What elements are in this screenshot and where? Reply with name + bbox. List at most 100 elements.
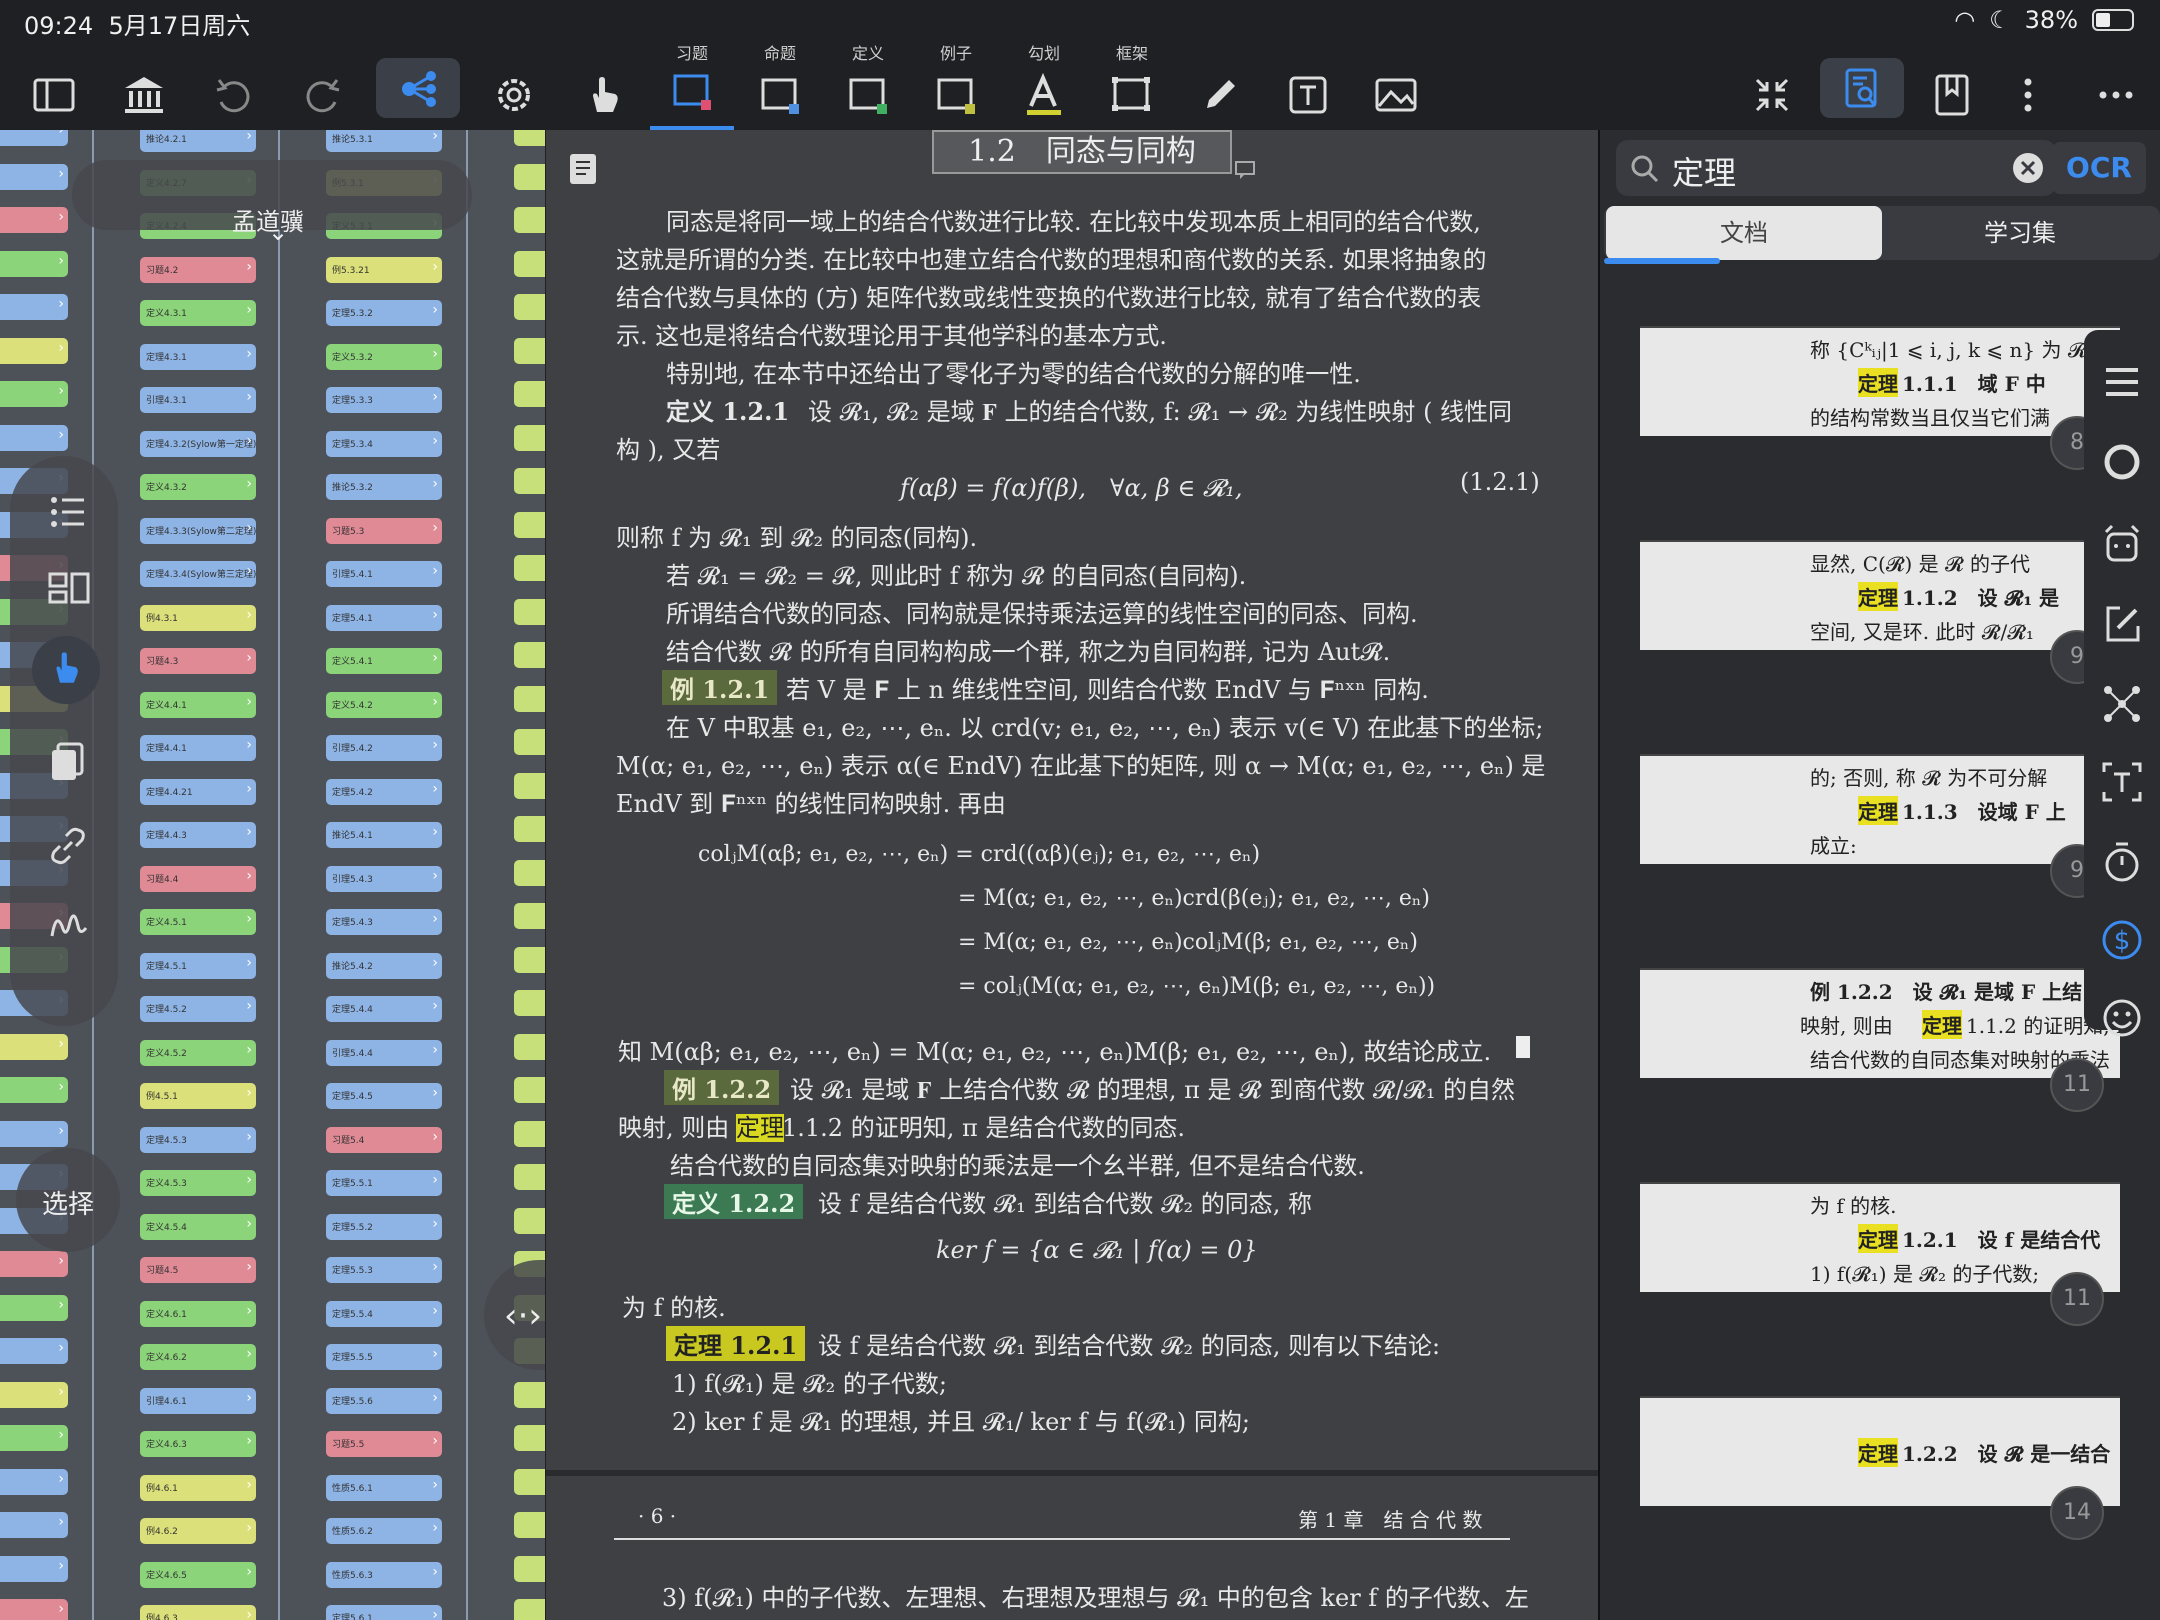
mindmap-node-stub[interactable]: [514, 1033, 545, 1060]
select-button[interactable]: 选择: [16, 1148, 120, 1252]
mindmap-node-stub[interactable]: [0, 1512, 68, 1538]
mindmap-node-stub[interactable]: [514, 1381, 545, 1408]
page-nav-pill[interactable]: ‹·›: [484, 1260, 545, 1370]
mindmap-node-stub[interactable]: [0, 381, 68, 407]
mindmap-node-stub[interactable]: [0, 1555, 68, 1582]
mindmap-node[interactable]: 例4.6.1: [140, 1474, 256, 1501]
definition-tool[interactable]: 定义: [826, 40, 910, 130]
mindmap-node-stub[interactable]: [0, 207, 68, 233]
undo-button[interactable]: [192, 40, 276, 130]
mindmap-node-stub[interactable]: [514, 250, 545, 277]
mindmap-node-stub[interactable]: [514, 1555, 545, 1582]
search-result-card[interactable]: 定理 1.2.2 设 𝓡 是一结合: [1640, 1396, 2120, 1506]
circle-icon[interactable]: [2100, 440, 2144, 484]
ocr-button[interactable]: OCR: [2052, 142, 2146, 194]
mindmap-node[interactable]: 定义4.6.1: [140, 1300, 256, 1327]
mindmap-node[interactable]: 定理4.3.3(Sylow第二定理): [140, 517, 256, 544]
mindmap-node[interactable]: 推论5.4.1: [326, 822, 442, 848]
chevron-down-icon[interactable]: ⌄: [268, 218, 288, 246]
mindmap-node[interactable]: 习题5.3: [326, 517, 442, 544]
mindmap-node-stub[interactable]: [0, 1294, 68, 1321]
mindmap-node-stub[interactable]: [514, 816, 545, 842]
mindmap-node[interactable]: 例4.5.1: [140, 1083, 256, 1109]
mindmap-node[interactable]: 习题4.4: [140, 865, 256, 892]
mindmap-node-stub[interactable]: [0, 1120, 68, 1147]
squiggle-icon[interactable]: [48, 906, 88, 946]
mindmap-node[interactable]: 定理4.5.3: [140, 1126, 256, 1153]
mindmap-node[interactable]: 定理4.5.1: [140, 952, 256, 979]
mindmap-node-stub[interactable]: [0, 1077, 68, 1103]
clear-icon[interactable]: [2012, 152, 2044, 184]
mindmap-node[interactable]: 例4.6.3: [140, 1605, 256, 1620]
mindmap-node[interactable]: 定理4.3.4(Sylow第三定理): [140, 561, 256, 587]
list-icon[interactable]: [48, 492, 88, 532]
mindmap-node[interactable]: 性质5.6.1: [326, 1474, 442, 1501]
mindmap-button[interactable]: [376, 58, 460, 118]
mindmap-node[interactable]: 引理4.3.1: [140, 387, 256, 413]
mindmap-node-stub[interactable]: [0, 1599, 68, 1620]
gear-button[interactable]: [472, 40, 556, 130]
mindmap-node[interactable]: 定理4.3.2(Sylow第一定理): [140, 430, 256, 457]
mindmap-node-stub[interactable]: [514, 294, 545, 320]
mindmap-node-stub[interactable]: [0, 1251, 68, 1277]
mindmap-node[interactable]: 例4.3.1: [140, 604, 256, 631]
proposition-tool[interactable]: 命题: [738, 40, 822, 130]
menu-icon[interactable]: [2100, 360, 2144, 404]
hand-tool-button[interactable]: [562, 40, 646, 130]
mindmap-node[interactable]: 定理5.3.3: [326, 387, 442, 413]
mindmap-node-stub[interactable]: [514, 207, 545, 233]
comment-icon[interactable]: [1234, 160, 1256, 180]
mindmap-node[interactable]: 定义4.5.2: [140, 1039, 256, 1066]
mindmap-node-stub[interactable]: [514, 1468, 545, 1495]
mindmap-node-stub[interactable]: [0, 1033, 68, 1060]
example-tag[interactable]: 例 1.2.2: [664, 1070, 780, 1105]
more-vertical-button[interactable]: [1986, 40, 2070, 130]
mindmap-node[interactable]: 习题4.5: [140, 1257, 256, 1283]
definition-tag[interactable]: 定义 1.2.2: [664, 1184, 804, 1219]
result-page-badge[interactable]: 11: [2050, 1058, 2104, 1112]
textbox-button[interactable]: [1266, 40, 1350, 130]
mindmap-node-stub[interactable]: [514, 1425, 545, 1451]
mindmap-node[interactable]: 定义4.3.2: [140, 474, 256, 500]
mindmap-node-stub[interactable]: [0, 1425, 68, 1451]
mindmap-node[interactable]: 定义4.3.1: [140, 300, 256, 326]
mindmap-node-stub[interactable]: [0, 1338, 68, 1364]
mindmap-node[interactable]: 定义4.5.3: [140, 1170, 256, 1196]
copy-icon[interactable]: [48, 740, 88, 784]
link-icon[interactable]: [48, 826, 88, 866]
mindmap-node[interactable]: 习题4.3: [140, 648, 256, 674]
mindmap-node[interactable]: 定义4.5.4: [140, 1213, 256, 1240]
mindmap-node-stub[interactable]: [514, 990, 545, 1016]
mindmap-node[interactable]: 定理5.4.5: [326, 1083, 442, 1109]
mindmap-panel[interactable]: 推论4.2.1定义4.2.7定义4.2.4习题4.2定义4.3.1定理4.3.1…: [0, 130, 545, 1620]
mindmap-node[interactable]: 定理5.4.4: [326, 996, 442, 1022]
mindmap-node[interactable]: 定理5.4.1: [326, 604, 442, 631]
mindmap-node-stub[interactable]: [0, 163, 68, 190]
mindmap-node-stub[interactable]: [0, 294, 68, 320]
mindmap-node-stub[interactable]: [0, 424, 68, 451]
mindmap-node-stub[interactable]: [514, 729, 545, 755]
smile-icon[interactable]: [2100, 996, 2144, 1040]
library-button[interactable]: [102, 40, 186, 130]
example-tag[interactable]: 例 1.2.1: [662, 670, 778, 705]
mindmap-node[interactable]: 定义5.3.2: [326, 343, 442, 370]
redo-button[interactable]: [280, 40, 364, 130]
mindmap-node[interactable]: 习题4.2: [140, 256, 256, 283]
hand-mode-button[interactable]: [32, 636, 100, 704]
bookmark-button[interactable]: [1910, 40, 1994, 130]
mindmap-node-stub[interactable]: [514, 381, 545, 407]
mindmap-node[interactable]: 性质5.6.3: [326, 1561, 442, 1588]
graph-icon[interactable]: [2100, 682, 2144, 726]
result-page-badge[interactable]: 14: [2050, 1486, 2104, 1540]
mindmap-node-stub[interactable]: [514, 1077, 545, 1103]
mindmap-node-stub[interactable]: [514, 337, 545, 364]
mindmap-node-stub[interactable]: [514, 468, 545, 494]
mindmap-node-stub[interactable]: [514, 1207, 545, 1234]
search-result-card[interactable]: 例 1.2.2 设 𝓡₁ 是域 𝐅 上结 映射, 则由 定理 1.1.2 的证明知,…: [1640, 968, 2120, 1078]
mindmap-node[interactable]: 习题5.5: [326, 1431, 442, 1457]
mindmap-node-stub[interactable]: [514, 685, 545, 712]
mindmap-node[interactable]: 推论5.3.1: [326, 130, 442, 152]
mindmap-node-stub[interactable]: [0, 130, 68, 146]
mindmap-node[interactable]: 习题5.4: [326, 1126, 442, 1153]
mindmap-node[interactable]: 性质5.6.2: [326, 1518, 442, 1544]
